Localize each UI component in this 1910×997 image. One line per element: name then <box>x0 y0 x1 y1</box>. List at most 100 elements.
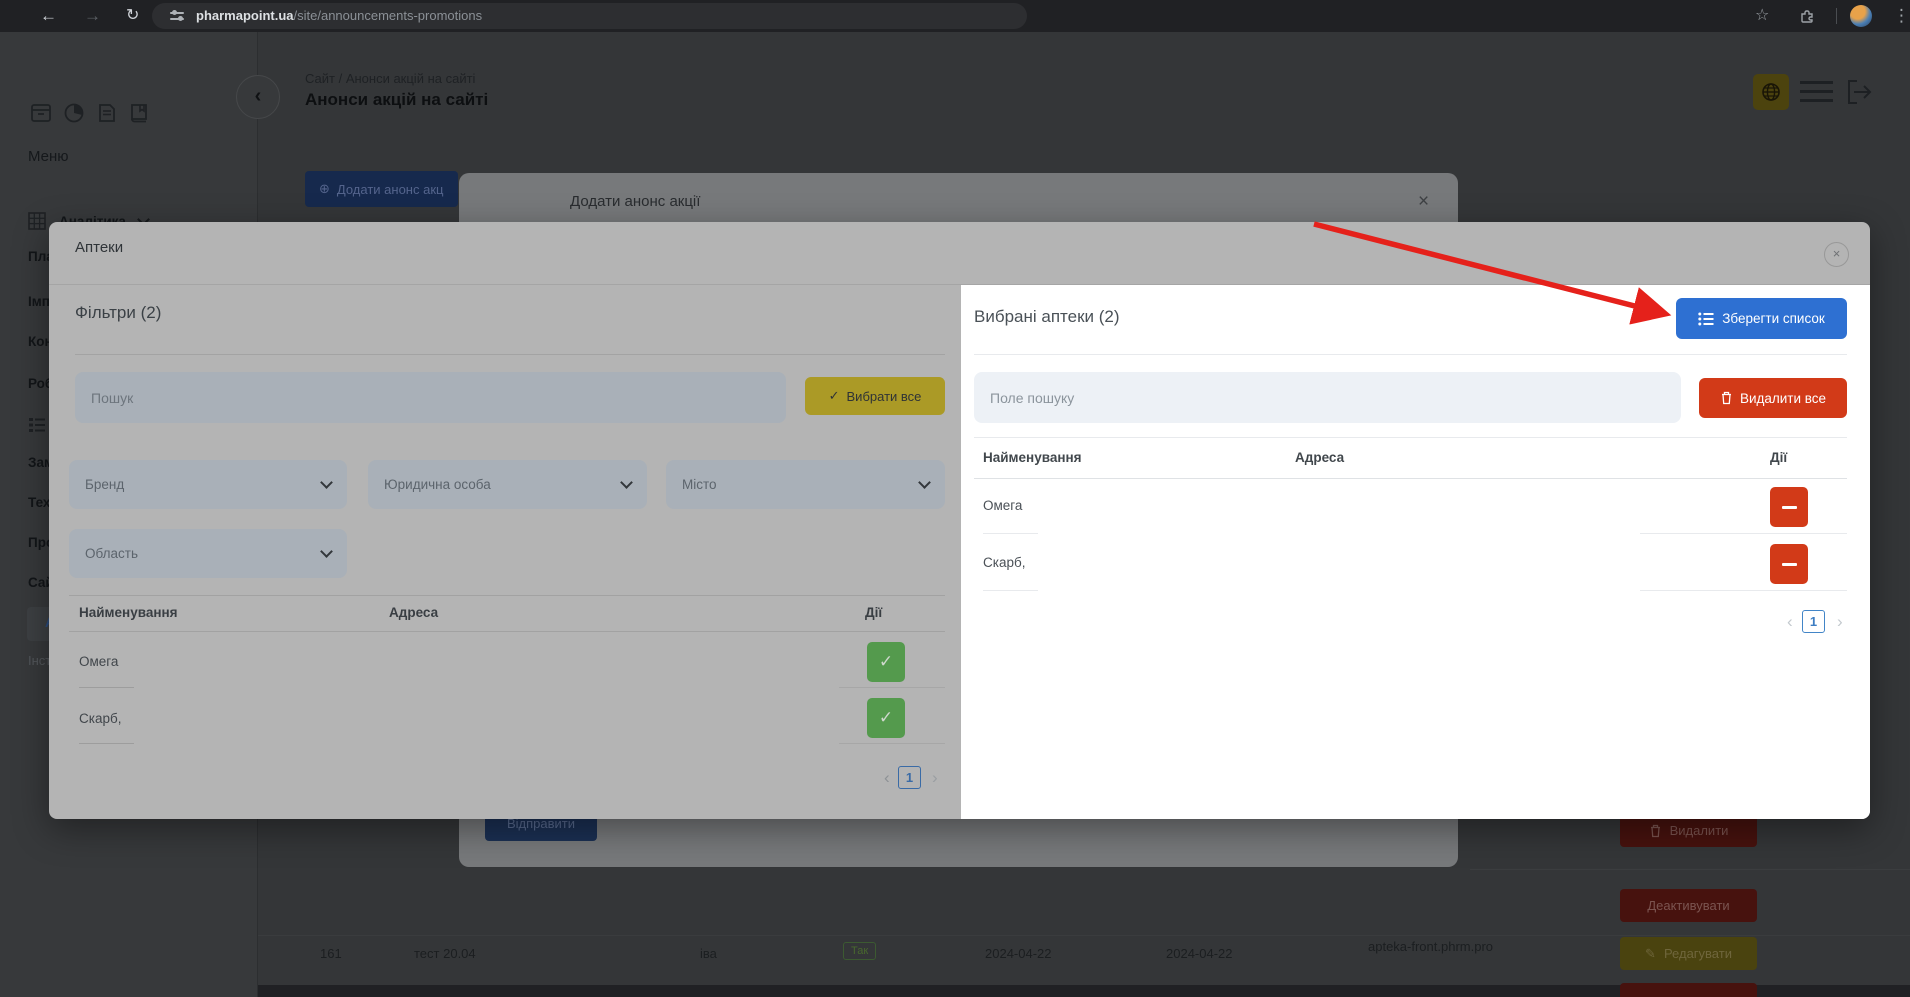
row-site: apteka-front.phrm.pro <box>1368 939 1494 954</box>
pagination-page-1[interactable]: 1 <box>898 766 921 789</box>
add-announcement-button[interactable]: ⊕ Додати анонс акц <box>305 171 458 207</box>
edit-button[interactable]: ✎ Редагувати <box>1620 937 1757 970</box>
pharmacy-search-input[interactable] <box>75 372 786 423</box>
selected-search-input[interactable] <box>974 372 1681 423</box>
bookmark-star-icon[interactable]: ☆ <box>1755 0 1769 32</box>
table-row-name: Скарб, <box>983 555 1026 570</box>
trash-icon <box>1649 824 1662 838</box>
row-divider <box>79 743 134 744</box>
region-dropdown[interactable]: Область <box>69 529 347 578</box>
row-author: іва <box>700 946 717 961</box>
remove-pharmacy-button[interactable] <box>1770 544 1808 584</box>
row-id: 161 <box>320 946 342 961</box>
extensions-icon[interactable] <box>1799 8 1815 24</box>
divider <box>75 354 945 355</box>
sidebar-item-footer[interactable]: Інст <box>28 653 51 668</box>
close-icon[interactable]: × <box>1824 242 1849 267</box>
selected-pharmacies-panel: Вибрані аптеки (2) Зберегти список Видал… <box>961 285 1870 819</box>
divider <box>974 354 1847 355</box>
row-divider <box>983 533 1038 534</box>
browser-forward-icon[interactable]: → <box>84 0 101 32</box>
save-list-button[interactable]: Зберегти список <box>1676 298 1847 339</box>
row-divider <box>839 743 945 744</box>
browser-back-icon[interactable]: ← <box>40 0 57 32</box>
table-row-name: Омега <box>983 498 1023 513</box>
table-border <box>69 631 945 632</box>
pagination-page-1[interactable]: 1 <box>1802 610 1825 633</box>
column-header: Дії <box>865 605 883 620</box>
deactivate-button[interactable]: Деактивувати <box>1620 889 1757 922</box>
document-icon[interactable] <box>96 102 118 124</box>
browser-menu-icon[interactable]: ⋮ <box>1893 0 1910 32</box>
row-divider <box>839 687 945 688</box>
table-row-divider <box>258 935 1910 936</box>
selected-check-button[interactable]: ✓ <box>867 698 905 738</box>
modal-title: Додати анонс акції <box>570 193 701 210</box>
select-all-button[interactable]: ✓ Вибрати все <box>805 377 945 415</box>
selected-title: Вибрані аптеки (2) <box>974 307 1120 326</box>
pencil-icon: ✎ <box>1645 945 1656 961</box>
remove-pharmacy-button[interactable] <box>1770 487 1808 527</box>
pagination-next-icon[interactable]: › <box>1837 611 1843 633</box>
table-border <box>69 595 945 596</box>
row-divider <box>1640 590 1847 591</box>
list-icon[interactable] <box>28 417 46 433</box>
grid-icon <box>28 212 46 230</box>
table-border <box>974 437 1847 438</box>
plus-circle-icon: ⊕ <box>319 181 330 196</box>
collapse-sidebar-button[interactable]: ‹ <box>236 75 280 119</box>
screen: ← → ↻ pharmapoint.ua/site/announcements-… <box>0 0 1910 997</box>
profile-avatar[interactable] <box>1850 5 1872 27</box>
legal-entity-dropdown[interactable]: Юридична особа <box>368 460 647 509</box>
delete-row-button-partial[interactable] <box>1620 983 1757 997</box>
url-path: /site/announcements-promotions <box>293 8 483 23</box>
browser-reload-icon[interactable]: ↻ <box>126 0 139 32</box>
sidebar-item[interactable]: Імп <box>28 294 50 309</box>
table-row-name: Омега <box>79 654 119 669</box>
chevron-down-icon <box>320 476 333 489</box>
archive-icon[interactable] <box>30 102 52 124</box>
breadcrumb: Сайт / Анонси акцій на сайті <box>305 71 476 86</box>
check-icon: ✓ <box>828 388 840 403</box>
pagination-prev-icon[interactable]: ‹ <box>1787 611 1793 633</box>
close-icon[interactable]: × <box>1418 191 1429 213</box>
row-date-start: 2024-04-22 <box>985 946 1052 961</box>
column-header: Найменування <box>983 450 1082 465</box>
sidebar-item[interactable]: Тех <box>28 495 50 510</box>
modal-title: Аптеки <box>75 239 124 256</box>
table-border <box>974 478 1847 479</box>
row-divider <box>79 687 134 688</box>
column-header: Найменування <box>79 605 178 620</box>
filters-title: Фільтри (2) <box>75 303 162 322</box>
book-icon[interactable] <box>128 102 150 124</box>
toolbar-divider <box>1836 8 1837 24</box>
globe-icon <box>1761 82 1781 102</box>
browser-toolbar: ← → ↻ pharmapoint.ua/site/announcements-… <box>0 0 1910 32</box>
list-check-icon <box>1698 312 1714 326</box>
column-header: Дії <box>1770 450 1788 465</box>
chevron-down-icon <box>918 476 931 489</box>
pagination-prev-icon[interactable]: ‹ <box>884 767 890 789</box>
page-title: Анонси акцій на сайті <box>305 90 489 109</box>
table-row-name: Скарб, <box>79 711 122 726</box>
row-date-end: 2024-04-22 <box>1166 946 1233 961</box>
chevron-down-icon <box>620 476 633 489</box>
url-text[interactable]: pharmapoint.ua/site/announcements-promot… <box>196 0 482 32</box>
column-header: Адреса <box>1295 450 1345 465</box>
pagination-next-icon[interactable]: › <box>932 767 938 789</box>
brand-dropdown[interactable]: Бренд <box>69 460 347 509</box>
pie-chart-icon[interactable] <box>63 102 85 124</box>
url-host: pharmapoint.ua <box>196 8 294 23</box>
site-info-icon[interactable] <box>170 9 184 28</box>
city-dropdown[interactable]: Місто <box>666 460 945 509</box>
table-row-divider <box>1470 869 1910 870</box>
delete-all-button[interactable]: Видалити все <box>1699 378 1847 418</box>
logout-icon[interactable] <box>1843 77 1873 107</box>
selected-check-button[interactable]: ✓ <box>867 642 905 682</box>
chevron-down-icon <box>320 545 333 558</box>
row-divider <box>1640 533 1847 534</box>
language-button[interactable] <box>1753 74 1789 110</box>
row-divider <box>983 590 1038 591</box>
hamburger-menu-icon[interactable] <box>1800 81 1833 102</box>
status-badge: Так <box>843 942 877 960</box>
